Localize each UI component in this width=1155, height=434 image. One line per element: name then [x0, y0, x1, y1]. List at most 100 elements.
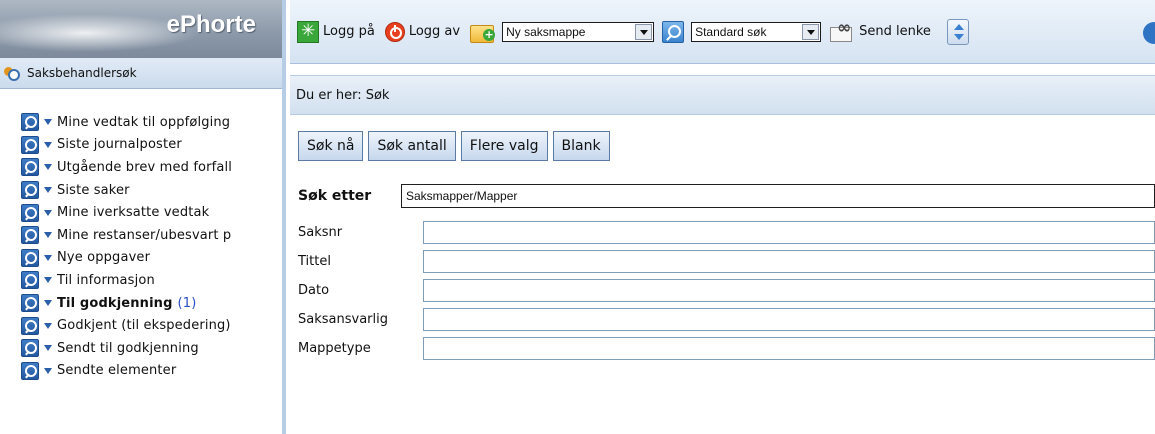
search-icon — [21, 339, 39, 358]
new-folder-button[interactable] — [470, 21, 498, 43]
left-pane: ePhorte Saksbehandlersøk Mine vedtak til… — [0, 0, 286, 434]
login-button[interactable]: Logg på — [297, 20, 375, 43]
send-link-label: Send lenke — [859, 24, 931, 39]
more-options-button[interactable]: Flere valg — [460, 131, 548, 161]
sidebar-item-utgaende-brev[interactable]: Utgående brev med forfall — [0, 156, 282, 179]
search-now-button[interactable]: Søk nå — [298, 131, 364, 161]
sidebar-item-label: Mine restanser/ubesvart p — [57, 227, 232, 243]
search-icon — [21, 203, 39, 222]
blank-button[interactable]: Blank — [552, 131, 610, 161]
toolbar: Logg på Logg av Ny saksmappe Standard sø… — [290, 0, 1155, 64]
sidebar-item-godkjent[interactable]: Godkjent (til ekspedering) — [0, 314, 282, 337]
saksansvarlig-input[interactable] — [423, 307, 1155, 331]
sidebar-item-sendte-elementer[interactable]: Sendte elementer — [0, 360, 282, 383]
sidebar-item-label: Mine iverksatte vedtak — [57, 205, 210, 221]
triangle-down-icon — [44, 232, 52, 239]
search-button[interactable] — [662, 20, 685, 43]
search-icon — [662, 20, 685, 43]
tittel-label: Tittel — [298, 253, 331, 269]
sidebar-item-label: Nye oppgaver — [57, 250, 151, 266]
sidebar-item-label: Godkjent (til ekspedering) — [57, 318, 231, 334]
search-icon — [21, 113, 39, 132]
search-for-value: Saksmapper/Mapper — [406, 189, 518, 203]
field-row-dato: Dato — [298, 278, 1155, 302]
triangle-down-icon — [44, 119, 52, 126]
ephorte-logo: ePhorte — [0, 0, 282, 58]
triangle-down-icon — [44, 209, 52, 216]
sidebar-item-siste-journalposter[interactable]: Siste journalposter — [0, 134, 282, 157]
breadcrumb: Du er her: Søk — [290, 75, 1155, 115]
mappetype-label: Mappetype — [298, 340, 371, 356]
new-case-folder-select[interactable]: Ny saksmappe — [502, 21, 655, 42]
chevron-down-icon[interactable] — [802, 23, 820, 40]
send-link-button[interactable]: Send lenke — [829, 18, 931, 42]
field-row-saksnr: Saksnr — [298, 220, 1155, 244]
send-link-icon — [829, 18, 855, 42]
scroll-updown-button[interactable] — [941, 18, 969, 45]
dato-input[interactable] — [423, 278, 1155, 302]
search-group-icon — [4, 66, 20, 81]
sidebar-item-label: Siste journalposter — [57, 137, 182, 153]
search-type-select[interactable]: Standard søk — [691, 21, 822, 42]
sidebar-item-siste-saker[interactable]: Siste saker — [0, 179, 282, 202]
power-icon — [384, 21, 405, 42]
sidebar-item-label: Til godkjenning — [57, 295, 173, 311]
tree-header[interactable]: Saksbehandlersøk — [0, 58, 282, 89]
triangle-down-icon — [44, 277, 52, 284]
search-icon — [21, 316, 39, 335]
sidebar-item-label: Utgående brev med forfall — [57, 159, 233, 175]
logo-text: ePhorte — [166, 11, 256, 38]
sidebar-item-label: Sendt til godkjenning — [57, 340, 199, 356]
new-case-folder-value: Ny saksmappe — [506, 24, 586, 39]
chevron-down-icon[interactable] — [635, 23, 653, 40]
login-label: Logg på — [323, 24, 375, 39]
triangle-down-icon — [44, 322, 52, 329]
sidebar-item-mine-vedtak[interactable]: Mine vedtak til oppfølging — [0, 111, 282, 134]
search-icon — [21, 271, 39, 290]
triangle-down-icon — [44, 300, 52, 307]
sidebar-item-nye-oppgaver[interactable]: Nye oppgaver — [0, 247, 282, 270]
triangle-down-icon — [44, 254, 52, 261]
search-count-button[interactable]: Søk antall — [368, 131, 456, 161]
triangle-down-icon — [44, 164, 52, 171]
search-for-row: Søk etter Saksmapper/Mapper — [298, 183, 1155, 209]
saksnr-label: Saksnr — [298, 224, 343, 240]
new-folder-icon — [470, 21, 496, 43]
login-icon — [297, 20, 319, 43]
sidebar-item-til-informasjon[interactable]: Til informasjon — [0, 269, 282, 292]
sidebar-item-mine-iverksatte-vedtak[interactable]: Mine iverksatte vedtak — [0, 201, 282, 224]
search-icon — [21, 226, 39, 245]
logout-button[interactable]: Logg av — [384, 21, 461, 42]
field-row-saksansvarlig: Saksansvarlig — [298, 307, 1155, 331]
search-icon — [21, 361, 39, 380]
tree-header-label: Saksbehandlersøk — [27, 66, 137, 80]
search-for-select[interactable]: Saksmapper/Mapper — [401, 184, 1155, 208]
triangle-down-icon — [44, 187, 52, 194]
search-icon — [21, 135, 39, 154]
tittel-input[interactable] — [423, 249, 1155, 273]
up-down-arrows-icon — [946, 18, 969, 45]
triangle-down-icon — [44, 367, 52, 374]
field-row-mappetype: Mappetype — [298, 336, 1155, 360]
search-type-value: Standard søk — [695, 24, 767, 39]
dato-label: Dato — [298, 282, 330, 298]
sidebar-item-label: Sendte elementer — [57, 363, 177, 379]
sidebar-item-sendt-til-godkjenning[interactable]: Sendt til godkjenning — [0, 337, 282, 360]
search-for-label: Søk etter — [298, 188, 372, 204]
search-icon — [21, 181, 39, 200]
sidebar-item-til-godkjenning[interactable]: Til godkjenning (1) — [0, 292, 282, 315]
item-count-badge: (1) — [177, 295, 197, 311]
search-actions: Søk nå Søk antall Flere valg Blank — [298, 131, 615, 161]
sidebar-item-mine-restanser[interactable]: Mine restanser/ubesvart p — [0, 224, 282, 247]
search-icon — [21, 158, 39, 177]
help-icon[interactable] — [1143, 22, 1155, 44]
search-icon — [21, 294, 39, 313]
saksnr-input[interactable] — [423, 220, 1155, 244]
logout-label: Logg av — [408, 24, 461, 39]
triangle-down-icon — [44, 141, 52, 148]
search-icon — [21, 248, 39, 267]
saved-search-list: Mine vedtak til oppfølging Siste journal… — [0, 111, 282, 382]
mappetype-input[interactable] — [423, 336, 1155, 360]
sidebar-item-label: Mine vedtak til oppfølging — [57, 114, 231, 130]
saksansvarlig-label: Saksansvarlig — [298, 311, 388, 327]
